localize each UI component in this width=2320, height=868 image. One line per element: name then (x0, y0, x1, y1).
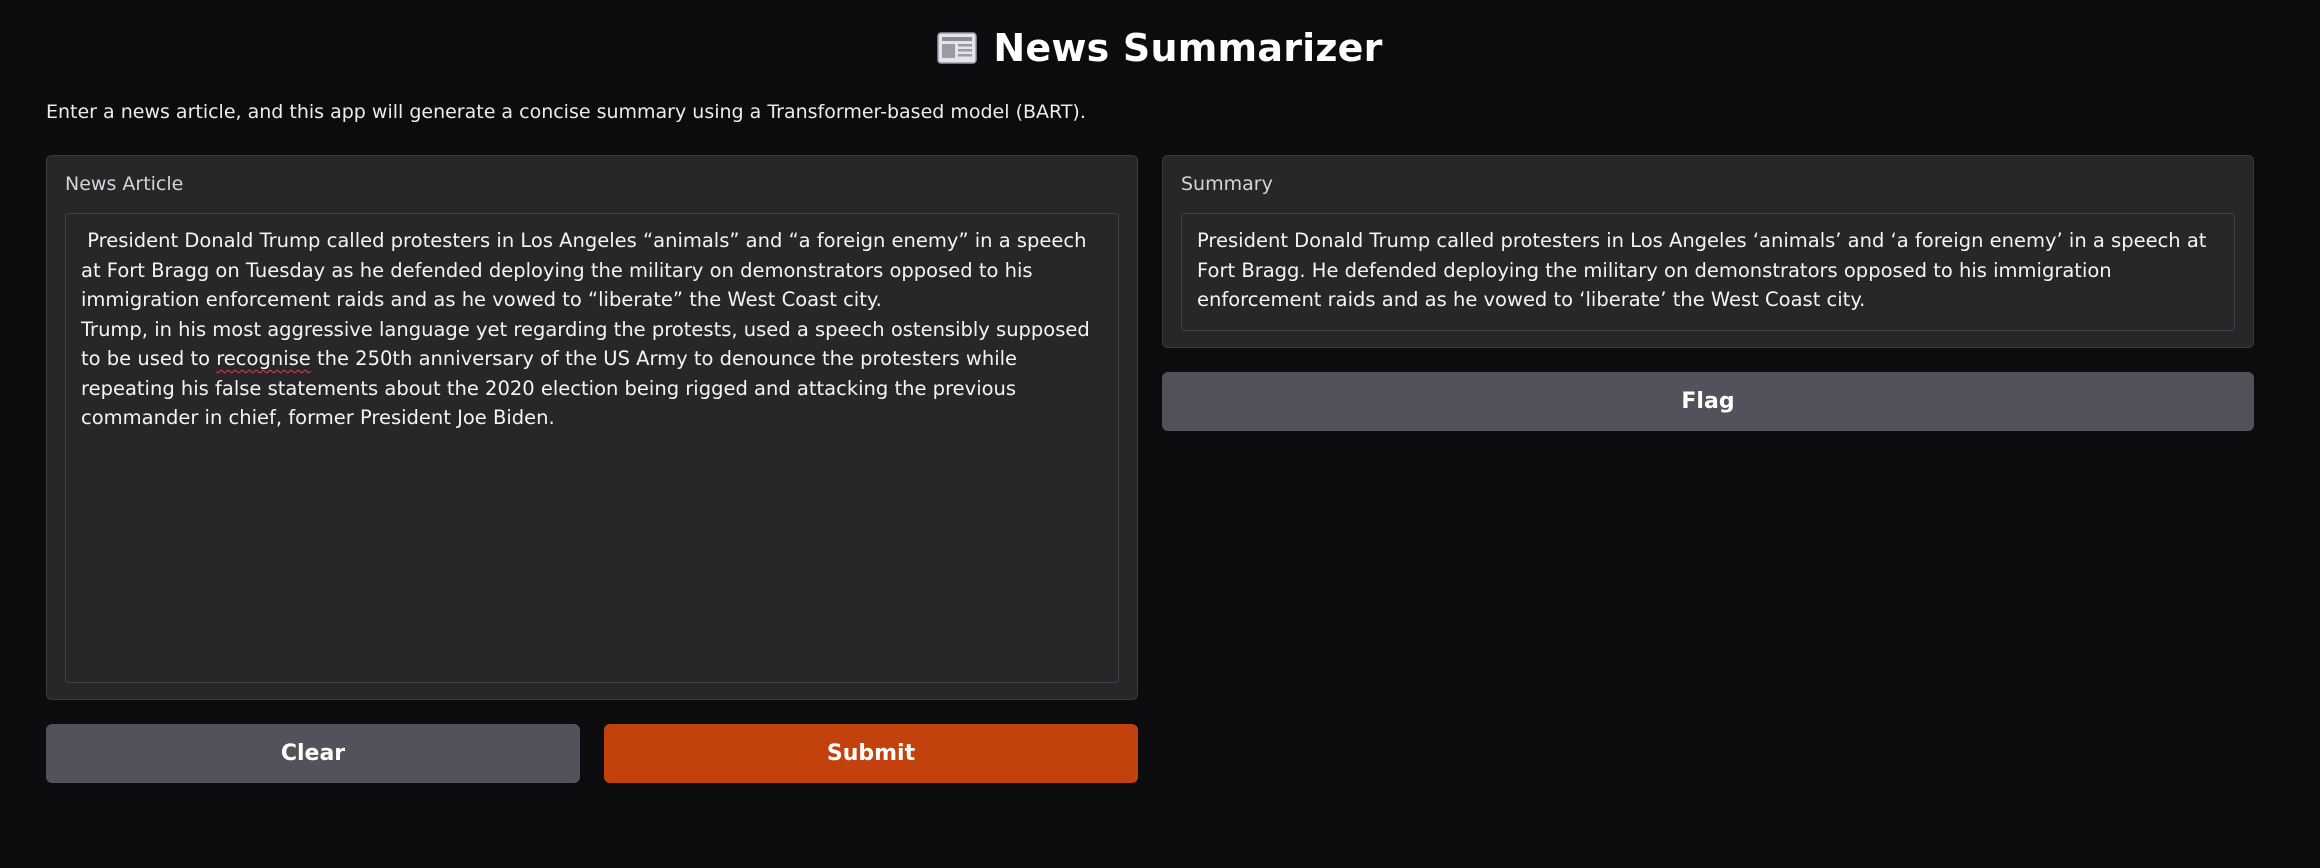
news-article-textarea[interactable]: President Donald Trump called protesters… (65, 213, 1119, 683)
summary-panel: Summary President Donald Trump called pr… (1162, 155, 2254, 348)
newspaper-icon (937, 31, 978, 65)
clear-button[interactable]: Clear (46, 724, 580, 783)
flag-button[interactable]: Flag (1162, 372, 2254, 431)
page-title: News Summarizer (993, 26, 1383, 70)
spellcheck-word: recognise (216, 347, 311, 370)
news-article-label: News Article (65, 173, 184, 195)
app-root: News Summarizer Enter a news article, an… (0, 0, 2320, 868)
summary-textarea[interactable]: President Donald Trump called protesters… (1181, 213, 2235, 331)
news-article-panel: News Article President Donald Trump call… (46, 155, 1138, 700)
app-description: Enter a news article, and this app will … (46, 101, 1086, 123)
header: News Summarizer (0, 22, 2320, 74)
submit-button[interactable]: Submit (604, 724, 1138, 783)
summary-label: Summary (1181, 173, 1273, 195)
